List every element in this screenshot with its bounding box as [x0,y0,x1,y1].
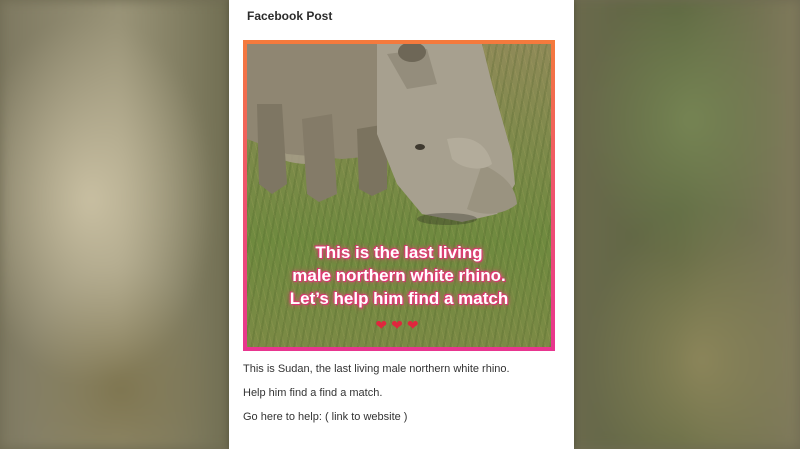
facebook-post-card: Facebook Post This is the last living ma… [229,0,574,449]
caption-line-3[interactable]: Go here to help: ( link to website ) [243,411,407,423]
overlay-line-2: male northern white rhino. [292,266,506,285]
hearts-emoji-icon: ❤❤❤ [375,317,423,333]
post-image[interactable]: This is the last living male northern wh… [247,44,551,347]
overlay-line-1: This is the last living [315,243,483,262]
overlay-line-3: Let’s help him find a match [289,289,509,308]
caption-line-1: This is Sudan, the last living male nort… [243,363,510,375]
screen: Facebook Post This is the last living ma… [0,0,800,449]
post-image-frame[interactable]: This is the last living male northern wh… [243,40,555,351]
caption-line-2: Help him find a find a match. [243,387,383,399]
post-header: Facebook Post [247,9,333,23]
